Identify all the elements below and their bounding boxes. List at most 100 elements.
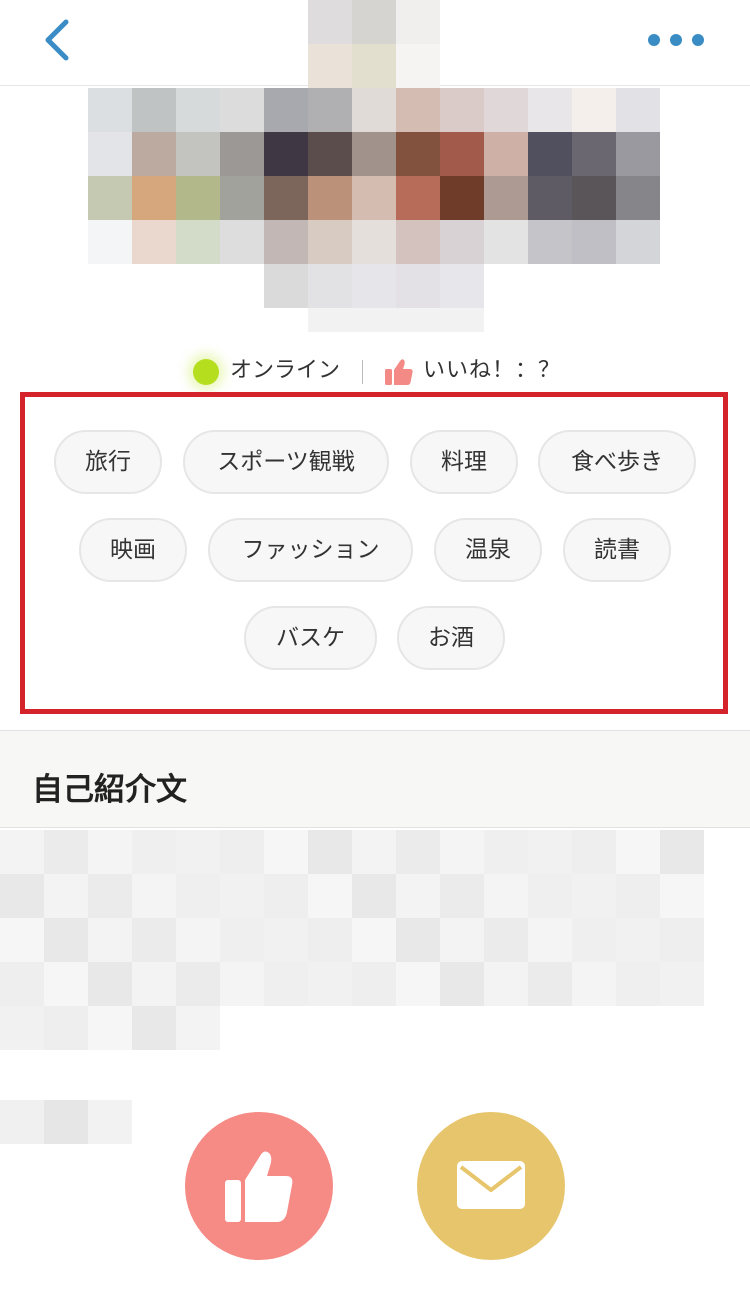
mosaic-cell <box>396 264 440 308</box>
mosaic-cell <box>220 176 264 220</box>
mosaic-cell <box>660 918 704 962</box>
mosaic-cell <box>308 88 352 132</box>
mosaic-cell <box>176 1006 220 1050</box>
mosaic-cell <box>44 962 88 1006</box>
mosaic-cell <box>44 1100 88 1144</box>
mosaic-cell <box>0 962 44 1006</box>
tag-chip[interactable]: 旅行 <box>54 430 162 494</box>
mosaic-cell <box>396 88 440 132</box>
mosaic-cell <box>132 874 176 918</box>
mosaic-cell <box>572 830 616 874</box>
mosaic-cell <box>220 962 264 1006</box>
mosaic-cell <box>176 918 220 962</box>
mosaic-cell <box>528 176 572 220</box>
envelope-icon <box>457 1161 525 1209</box>
mosaic-cell <box>484 132 528 176</box>
tag-chip[interactable]: 読書 <box>563 518 671 582</box>
mosaic-cell <box>88 176 132 220</box>
mosaic-cell <box>44 1006 88 1050</box>
message-button[interactable] <box>417 1112 565 1260</box>
mosaic-cell <box>308 264 352 308</box>
mosaic-cell <box>88 962 132 1006</box>
mosaic-cell <box>308 220 352 264</box>
mosaic-cell <box>220 132 264 176</box>
intro-text-blurred <box>0 830 750 1190</box>
mosaic-cell <box>308 132 352 176</box>
mosaic-cell <box>396 918 440 962</box>
tag-chip[interactable]: 温泉 <box>434 518 542 582</box>
mosaic-cell <box>572 962 616 1006</box>
mosaic-cell <box>88 88 132 132</box>
mosaic-cell <box>264 132 308 176</box>
mosaic-cell <box>616 176 660 220</box>
mosaic-cell <box>440 918 484 962</box>
profile-photo-blurred[interactable] <box>0 0 750 340</box>
mosaic-cell <box>572 132 616 176</box>
mosaic-cell <box>396 176 440 220</box>
mosaic-cell <box>220 220 264 264</box>
mosaic-cell <box>132 1006 176 1050</box>
mosaic-cell <box>176 88 220 132</box>
mosaic-cell <box>572 874 616 918</box>
mosaic-cell <box>220 874 264 918</box>
mosaic-cell <box>132 918 176 962</box>
mosaic-cell <box>440 962 484 1006</box>
mosaic-cell <box>0 1100 44 1144</box>
mosaic-cell <box>484 220 528 264</box>
mosaic-cell <box>264 264 308 308</box>
mosaic-cell <box>88 132 132 176</box>
mosaic-cell <box>484 176 528 220</box>
mosaic-cell <box>616 874 660 918</box>
mosaic-cell <box>176 830 220 874</box>
tag-chip[interactable]: スポーツ観戦 <box>183 430 389 494</box>
mosaic-cell <box>176 176 220 220</box>
mosaic-cell <box>132 220 176 264</box>
status-divider <box>362 360 363 384</box>
mosaic-cell <box>616 962 660 1006</box>
mosaic-cell <box>440 88 484 132</box>
mosaic-cell <box>616 220 660 264</box>
mosaic-cell <box>352 0 396 44</box>
mosaic-cell <box>484 962 528 1006</box>
mosaic-cell <box>220 918 264 962</box>
mosaic-cell <box>440 830 484 874</box>
mosaic-cell <box>528 962 572 1006</box>
mosaic-cell <box>88 1100 132 1144</box>
mosaic-cell <box>616 132 660 176</box>
online-indicator <box>193 359 219 385</box>
tag-chip[interactable]: お酒 <box>397 606 505 670</box>
mosaic-cell <box>528 830 572 874</box>
status-row: オンライン いいね！：？ <box>0 350 750 394</box>
mosaic-cell <box>264 176 308 220</box>
mosaic-cell <box>132 830 176 874</box>
mosaic-cell <box>484 88 528 132</box>
like-count-label: いいね！：？ <box>423 358 562 383</box>
mosaic-cell <box>308 308 484 332</box>
mosaic-cell <box>352 918 396 962</box>
mosaic-cell <box>396 220 440 264</box>
tag-chip[interactable]: 料理 <box>410 430 518 494</box>
mosaic-cell <box>308 918 352 962</box>
mosaic-cell <box>396 874 440 918</box>
intro-section-title: 自己紹介文 <box>32 772 187 808</box>
tag-chip[interactable]: バスケ <box>244 606 377 670</box>
mosaic-cell <box>132 88 176 132</box>
mosaic-cell <box>616 830 660 874</box>
mosaic-cell <box>484 918 528 962</box>
mosaic-cell <box>572 88 616 132</box>
mosaic-cell <box>88 874 132 918</box>
mosaic-cell <box>308 830 352 874</box>
mosaic-cell <box>396 830 440 874</box>
thumbs-up-icon <box>225 1151 293 1222</box>
mosaic-cell <box>396 962 440 1006</box>
mosaic-cell <box>352 176 396 220</box>
like-button[interactable] <box>185 1112 333 1260</box>
tag-chip[interactable]: ファッション <box>208 518 413 582</box>
mosaic-cell <box>88 220 132 264</box>
mosaic-cell <box>352 220 396 264</box>
mosaic-cell <box>352 88 396 132</box>
tag-chip[interactable]: 映画 <box>79 518 187 582</box>
mosaic-cell <box>528 874 572 918</box>
tag-chip[interactable]: 食べ歩き <box>538 430 696 494</box>
mosaic-cell <box>440 132 484 176</box>
